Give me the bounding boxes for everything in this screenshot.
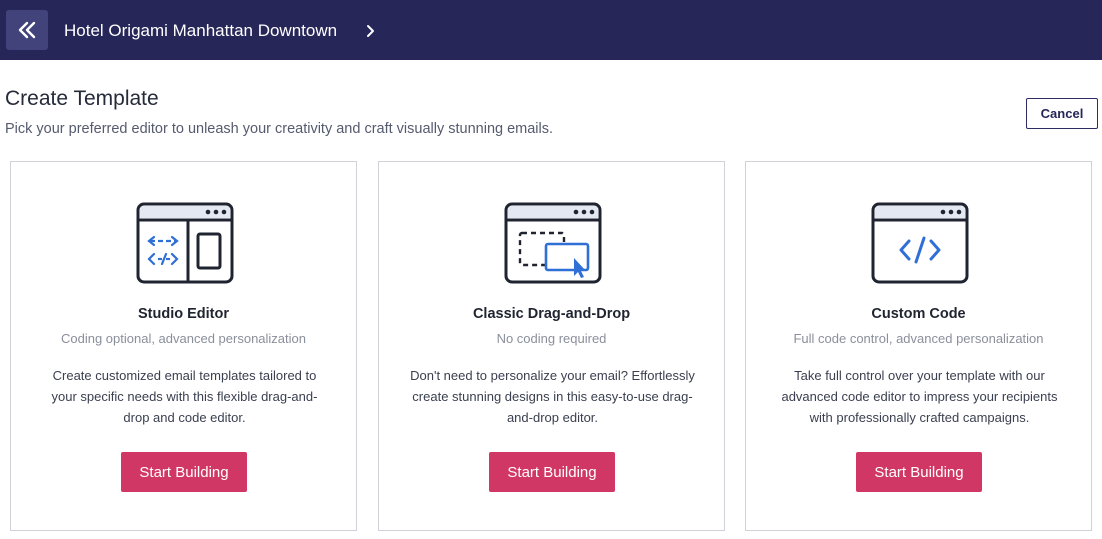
card-description: Don't need to personalize your email? Ef… [410,368,695,425]
double-chevron-left-icon [18,21,36,39]
start-building-button-drag-and-drop[interactable]: Start Building [489,452,615,492]
page-title: Create Template [5,87,159,110]
property-name[interactable]: Hotel Origami Manhattan Downtown [64,21,337,41]
card-subtitle: Full code control, advanced personalizat… [793,331,1044,346]
drag-and-drop-icon [504,202,602,284]
code-icon [871,202,969,284]
card-subtitle: No coding required [496,331,607,346]
card-description: Create customized email templates tailor… [51,368,318,425]
card-subtitle: Coding optional, advanced personalizatio… [60,331,306,346]
chevron-right-icon[interactable] [366,24,376,38]
top-bar: Hotel Origami Manhattan Downtown [0,0,1102,60]
cancel-button[interactable]: Cancel [1026,98,1098,129]
page-subtitle: Pick your preferred editor to unleash yo… [5,121,554,137]
start-building-button-studio[interactable]: Start Building [121,452,247,492]
card-description: Take full control over your template wit… [781,368,1058,425]
editor-card-custom-code: Custom Code Full code control, advanced … [745,161,1092,531]
start-building-button-custom-code[interactable]: Start Building [856,452,982,492]
card-title: Classic Drag-and-Drop [472,306,631,322]
collapse-back-button[interactable] [6,10,48,50]
card-title: Custom Code [871,306,966,322]
editor-card-drag-and-drop: Classic Drag-and-Drop No coding required… [378,161,725,531]
editor-card-studio: Studio Editor Coding optional, advanced … [10,161,357,531]
card-title: Studio Editor [137,306,229,322]
studio-editor-icon [136,202,234,284]
